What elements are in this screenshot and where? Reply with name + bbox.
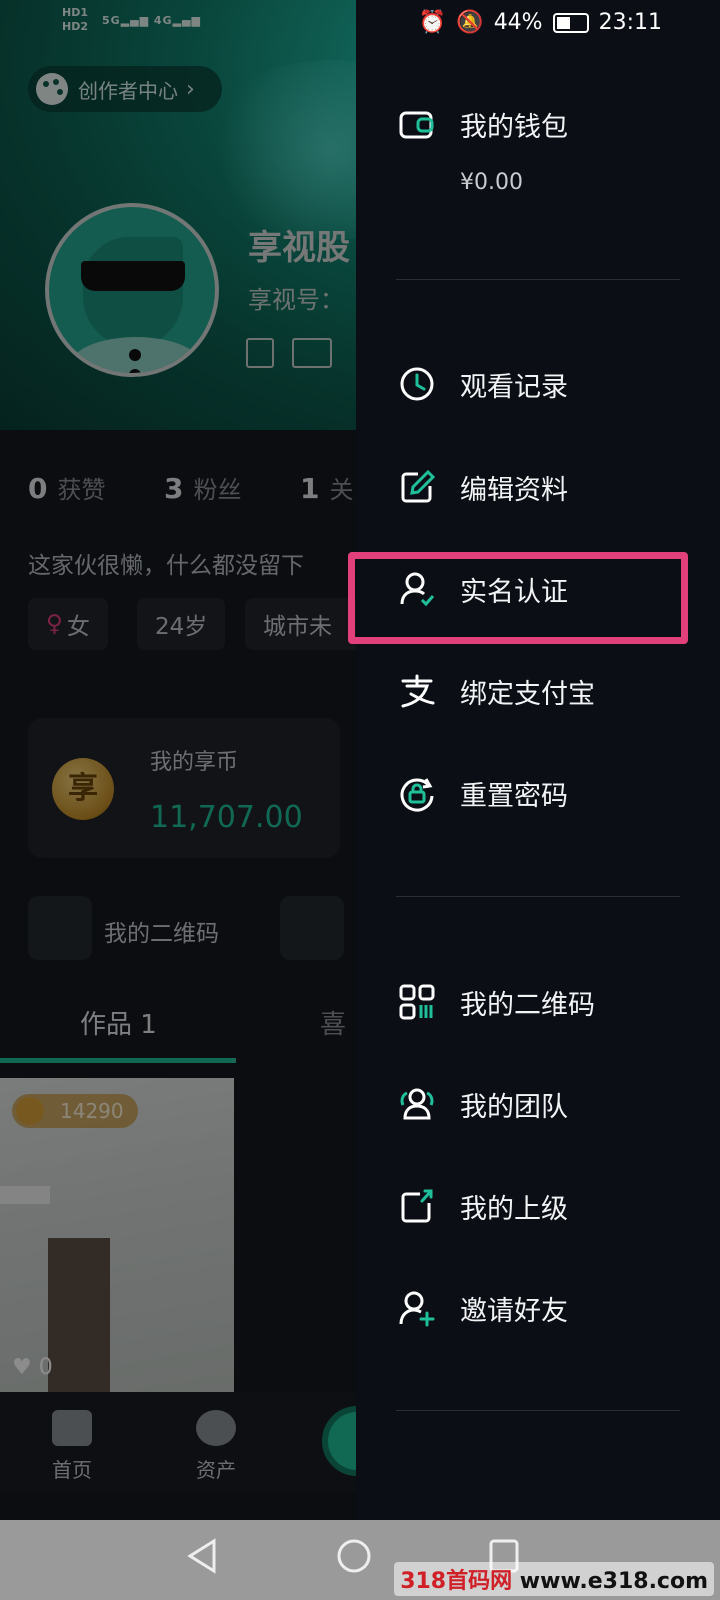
drawer-item-wallet[interactable]: 我的钱包 xyxy=(398,96,568,152)
reset-lock-icon xyxy=(400,778,434,812)
drawer-item-bind-alipay[interactable]: 绑定支付宝 xyxy=(398,663,595,719)
divider xyxy=(396,1410,680,1411)
edit-icon xyxy=(401,469,436,503)
battery-icon xyxy=(552,12,589,33)
team-icon xyxy=(400,1088,434,1120)
wallet-icon xyxy=(399,111,434,139)
clock-time: 23:11 xyxy=(598,10,662,35)
drawer-item-invite-friends[interactable]: 邀请好友 xyxy=(398,1280,568,1336)
annotation-highlight-box xyxy=(348,552,688,644)
drawer-item-edit-profile[interactable]: 编辑资料 xyxy=(398,459,568,515)
alarm-icon: ⏰ xyxy=(418,10,447,35)
watermark: 318首码网 www.e318.com xyxy=(394,1562,714,1596)
clock-icon xyxy=(400,367,434,401)
drawer-item-watch-history[interactable]: 观看记录 xyxy=(398,356,568,412)
alipay-icon xyxy=(401,674,435,708)
mute-icon: 🔕 xyxy=(456,10,484,35)
status-bar: ⏰ 🔕 44% 23:11 xyxy=(419,10,662,35)
wallet-balance: ¥0.00 xyxy=(460,170,523,195)
superior-icon xyxy=(401,1189,433,1223)
drawer-item-my-qr-code[interactable]: 我的二维码 xyxy=(398,974,595,1030)
divider xyxy=(396,896,680,897)
home-button-icon[interactable] xyxy=(336,1538,372,1574)
system-navigation-bar: 318首码网 www.e318.com xyxy=(0,1520,720,1600)
drawer-item-my-superior[interactable]: 我的上级 xyxy=(398,1178,568,1234)
drawer-item-my-team[interactable]: 我的团队 xyxy=(398,1076,568,1132)
side-drawer: 我的钱包 ¥0.00 观看记录 编辑资料 实名认证 绑定支付宝 重置密码 我的二… xyxy=(356,0,720,1520)
divider xyxy=(396,279,680,280)
battery-percent: 44% xyxy=(493,10,543,35)
back-icon[interactable] xyxy=(186,1538,218,1574)
drawer-item-reset-password[interactable]: 重置密码 xyxy=(398,765,568,821)
qr-code-icon xyxy=(399,984,435,1020)
invite-friend-icon xyxy=(399,1291,435,1327)
